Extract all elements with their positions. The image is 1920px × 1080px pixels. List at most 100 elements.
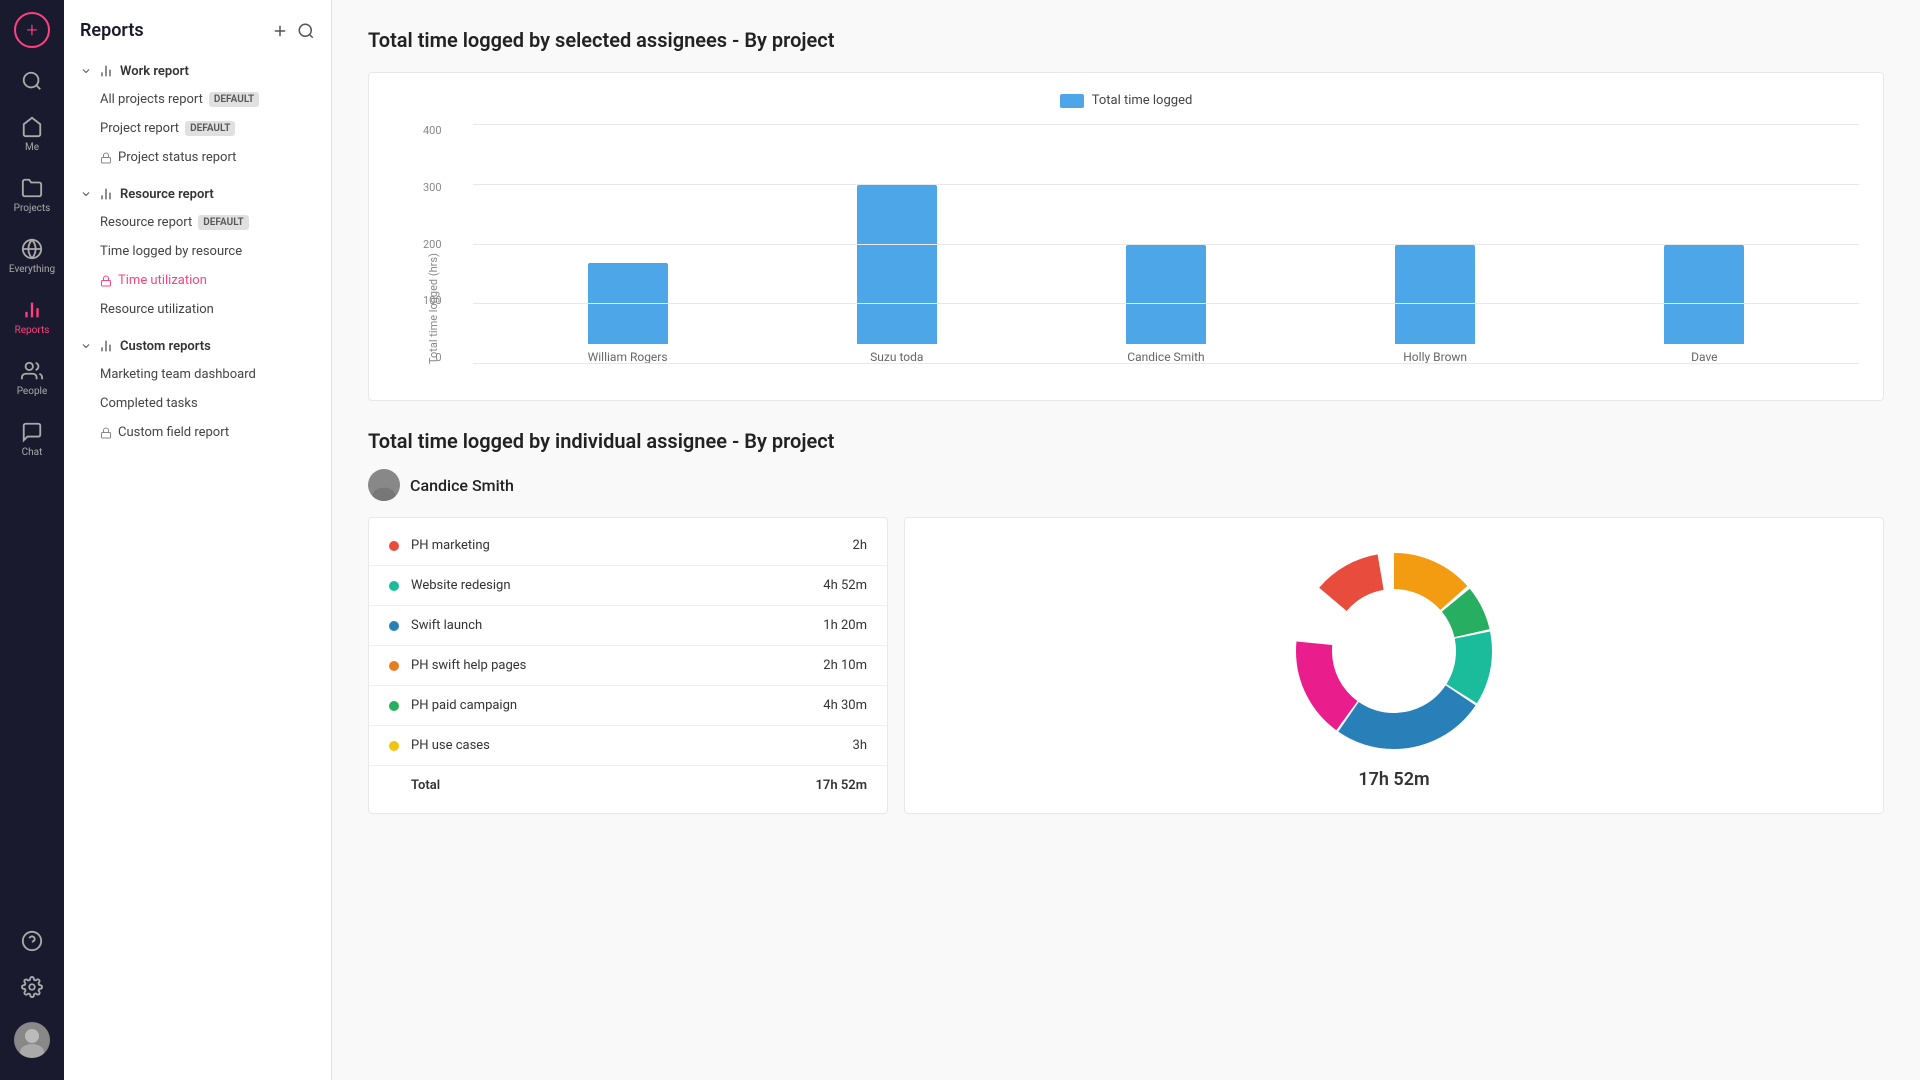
bar-dave: Dave: [1664, 245, 1744, 364]
nav-chat-label: Chat: [22, 447, 43, 458]
resource-utilization-item[interactable]: Resource utilization: [64, 295, 331, 324]
total-time: 17h 52m: [807, 778, 867, 793]
bar-suzu: Suzu toda: [857, 185, 937, 364]
project-time-ph-marketing: 2h: [807, 538, 867, 553]
bar-william-label: William Rogers: [588, 350, 668, 364]
dot-swift: [389, 621, 399, 631]
project-report-label: Project report: [100, 121, 179, 136]
custom-field-item[interactable]: Custom field report: [64, 418, 331, 447]
marketing-dashboard-label: Marketing team dashboard: [100, 367, 256, 382]
resource-report-section: Resource report Resource report DEFAULT …: [64, 176, 331, 328]
user-avatar[interactable]: [0, 1012, 64, 1068]
project-row-swift: Swift launch 1h 20m: [369, 606, 887, 646]
assignee-header: Candice Smith: [368, 469, 1884, 501]
all-projects-label: All projects report: [100, 92, 203, 107]
project-report-badge: DEFAULT: [185, 121, 235, 136]
resource-report-badge: DEFAULT: [198, 215, 248, 230]
nav-people-label: People: [17, 386, 48, 397]
resource-utilization-label: Resource utilization: [100, 302, 214, 317]
project-name-ph-swift: PH swift help pages: [411, 658, 795, 673]
project-name-ph-marketing: PH marketing: [411, 538, 795, 553]
bar-suzu-label: Suzu toda: [870, 350, 923, 364]
time-logged-item[interactable]: Time logged by resource: [64, 237, 331, 266]
y-val-400: 400: [423, 124, 442, 137]
nav-everything[interactable]: Everything: [0, 228, 64, 285]
resource-report-label: Resource report: [120, 187, 214, 202]
lock-icon: [100, 152, 112, 164]
add-report-icon[interactable]: [271, 22, 289, 40]
nav-projects[interactable]: Projects: [0, 167, 64, 224]
assignee-section-title: Total time logged by individual assignee…: [368, 429, 1884, 453]
project-row-website: Website redesign 4h 52m: [369, 566, 887, 606]
project-report-item[interactable]: Project report DEFAULT: [64, 114, 331, 143]
all-projects-report-item[interactable]: All projects report DEFAULT: [64, 85, 331, 114]
bar-dave-label: Dave: [1691, 350, 1717, 364]
all-projects-badge: DEFAULT: [209, 92, 259, 107]
nav-settings[interactable]: [0, 966, 64, 1008]
project-name-website: Website redesign: [411, 578, 795, 593]
bar-holly-label: Holly Brown: [1403, 350, 1467, 364]
project-row-ph-use: PH use cases 3h: [369, 726, 887, 766]
panel-title: Reports: [80, 20, 144, 41]
project-time-website: 4h 52m: [807, 578, 867, 593]
time-utilization-label: Time utilization: [118, 273, 207, 288]
project-row-ph-swift: PH swift help pages 2h 10m: [369, 646, 887, 686]
lock2-icon: [100, 427, 112, 439]
nav-search[interactable]: [0, 60, 64, 102]
project-status-item[interactable]: Project status report: [64, 143, 331, 172]
completed-tasks-item[interactable]: Completed tasks: [64, 389, 331, 418]
completed-tasks-label: Completed tasks: [100, 396, 198, 411]
time-utilization-item[interactable]: Time utilization: [64, 266, 331, 295]
donut-chart: [1284, 541, 1504, 761]
assignee-avatar: [368, 469, 400, 501]
marketing-dashboard-item[interactable]: Marketing team dashboard: [64, 360, 331, 389]
resource-report-item-label: Resource report: [100, 215, 192, 230]
nav-reports[interactable]: Reports: [0, 289, 64, 346]
custom-reports-header[interactable]: Custom reports: [64, 332, 331, 360]
work-report-header[interactable]: Work report: [64, 57, 331, 85]
search-report-icon[interactable]: [297, 22, 315, 40]
dot-ph-use: [389, 741, 399, 751]
add-button[interactable]: +: [14, 12, 50, 48]
bar-william-fill: [588, 263, 668, 344]
nav-reports-label: Reports: [15, 325, 50, 336]
nav-projects-label: Projects: [14, 203, 51, 214]
bar-holly: Holly Brown: [1395, 245, 1475, 364]
dot-total: [389, 781, 399, 791]
nav-help[interactable]: [0, 920, 64, 962]
bar-candice-label: Candice Smith: [1127, 350, 1204, 364]
custom-field-label: Custom field report: [118, 425, 229, 440]
dot-ph-swift: [389, 661, 399, 671]
project-time-swift: 1h 20m: [807, 618, 867, 633]
y-val-0: 0: [435, 351, 441, 364]
custom-reports-section: Custom reports Marketing team dashboard …: [64, 328, 331, 451]
main-title: Total time logged by selected assignees …: [368, 28, 1884, 52]
bar-dave-fill: [1664, 245, 1744, 344]
lock-pink-icon: [100, 275, 112, 287]
y-val-300: 300: [423, 181, 442, 194]
assignee-content: PH marketing 2h Website redesign 4h 52m …: [368, 517, 1884, 814]
nav-people[interactable]: People: [0, 350, 64, 407]
main-content: Total time logged by selected assignees …: [332, 0, 1920, 1080]
bar-william: William Rogers: [588, 263, 668, 364]
dot-ph-marketing: [389, 541, 399, 551]
work-report-label: Work report: [120, 64, 189, 79]
project-name-ph-paid: PH paid campaign: [411, 698, 795, 713]
work-report-section: Work report All projects report DEFAULT …: [64, 53, 331, 176]
project-name-ph-use: PH use cases: [411, 738, 795, 753]
nav-chat[interactable]: Chat: [0, 411, 64, 468]
dot-ph-paid: [389, 701, 399, 711]
resource-report-item[interactable]: Resource report DEFAULT: [64, 208, 331, 237]
legend-color-box: [1060, 94, 1084, 108]
donut-container: 17h 52m: [904, 517, 1884, 814]
time-logged-label: Time logged by resource: [100, 244, 242, 259]
legend-label: Total time logged: [1092, 93, 1193, 108]
project-name-swift: Swift launch: [411, 618, 795, 633]
project-table: PH marketing 2h Website redesign 4h 52m …: [368, 517, 888, 814]
bottom-nav: [0, 920, 64, 1068]
resource-report-header[interactable]: Resource report: [64, 180, 331, 208]
nav-me-label: Me: [25, 142, 39, 153]
project-time-ph-use: 3h: [807, 738, 867, 753]
donut-center: [1334, 591, 1454, 711]
nav-me[interactable]: Me: [0, 106, 64, 163]
